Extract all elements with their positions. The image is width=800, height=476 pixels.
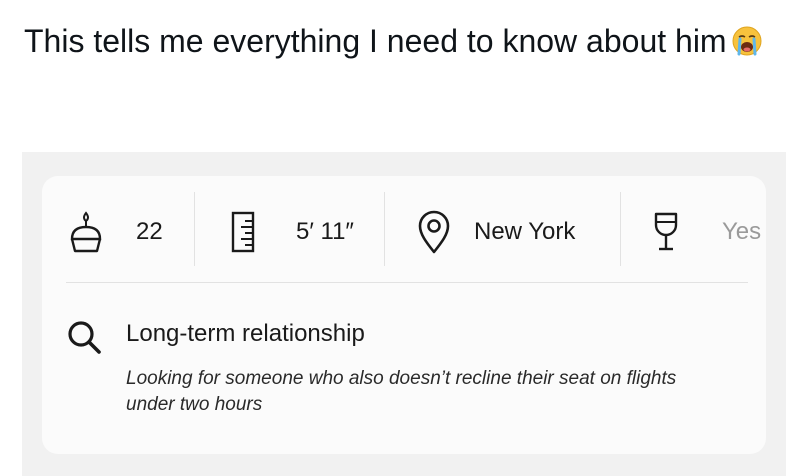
stat-height: 5′ 11″: [228, 200, 354, 264]
stat-age: 22: [66, 200, 163, 264]
stat-location-value: New York: [474, 218, 576, 245]
stat-drinking-value: Yes: [722, 218, 762, 245]
stat-age-value: 22: [136, 218, 163, 245]
intent-title: Long-term relationship: [126, 320, 365, 347]
stats-row: 22 5′ 11″ New York Yes: [42, 176, 766, 282]
profile-screenshot: 22 5′ 11″ New York Yes Long-term relatio…: [22, 152, 786, 476]
birthday-cake-icon: [66, 208, 106, 256]
stat-location: New York: [414, 200, 575, 264]
intent-description: Looking for someone who also doesn’t rec…: [126, 368, 677, 415]
stat-divider: [194, 192, 195, 266]
stat-divider: [384, 192, 385, 266]
search-icon: [66, 319, 102, 360]
tweet-text: This tells me everything I need to know …: [24, 20, 764, 62]
tweet-text-content: This tells me everything I need to know …: [24, 23, 727, 59]
wine-glass-icon: [648, 208, 684, 256]
loudly-crying-face-icon: [731, 25, 763, 57]
location-pin-icon: [414, 208, 454, 256]
stat-drinking: Yes: [648, 200, 761, 264]
section-divider: [66, 282, 748, 283]
stat-height-value: 5′ 11″: [296, 218, 354, 245]
ruler-icon: [228, 208, 258, 256]
profile-card: 22 5′ 11″ New York Yes Long-term relatio…: [42, 176, 766, 454]
stat-divider: [620, 192, 621, 266]
